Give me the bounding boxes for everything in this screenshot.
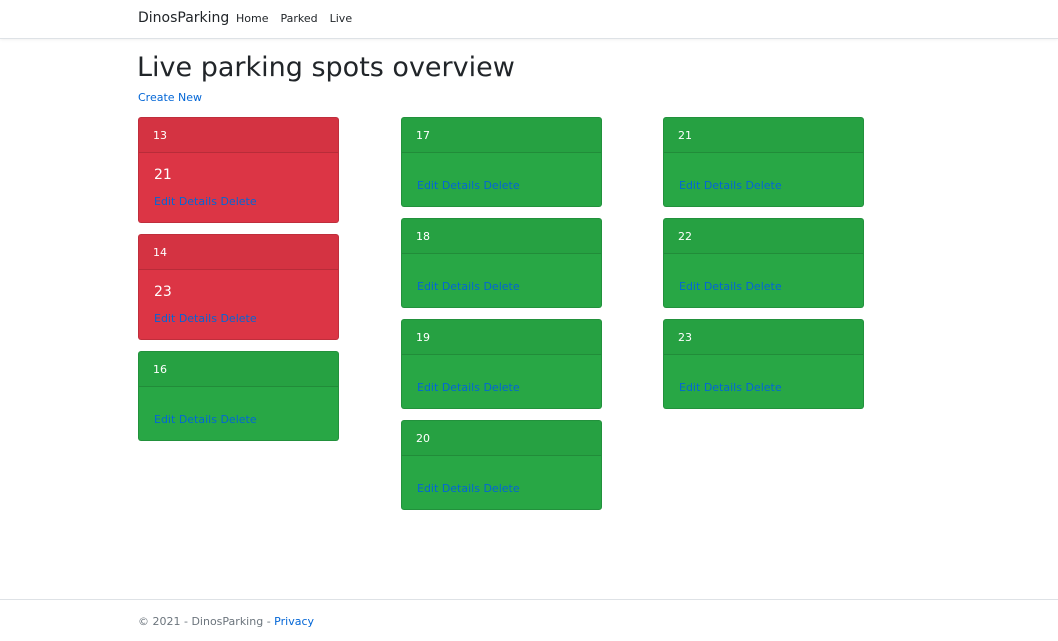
delete-link[interactable]: Delete (483, 179, 519, 192)
card-actions: Edit Details Delete (679, 381, 782, 394)
card-body: Edit Details Delete (664, 153, 863, 206)
card-body: Edit Details Delete (664, 355, 863, 408)
details-link[interactable]: Details (179, 312, 217, 325)
page-title: Live parking spots overview (137, 52, 515, 83)
delete-link[interactable]: Delete (483, 280, 519, 293)
edit-link[interactable]: Edit (154, 413, 175, 426)
copyright-text: © 2021 - DinosParking - (138, 615, 275, 628)
details-link[interactable]: Details (179, 413, 217, 426)
spot-value: 23 (154, 284, 172, 300)
create-new-link[interactable]: Create New (138, 91, 202, 104)
delete-link[interactable]: Delete (745, 381, 781, 394)
details-link[interactable]: Details (179, 195, 217, 208)
card-body: Edit Details Delete (402, 456, 601, 509)
details-link[interactable]: Details (442, 482, 480, 495)
details-link[interactable]: Details (704, 280, 742, 293)
spot-number: 13 (139, 118, 338, 153)
column-2: 17 Edit Details Delete 18 Edit Details D… (401, 117, 602, 521)
card-body: Edit Details Delete (664, 254, 863, 307)
navbar: DinosParking Home Parked Live (0, 0, 1058, 39)
details-link[interactable]: Details (442, 381, 480, 394)
card-body: Edit Details Delete (402, 153, 601, 206)
edit-link[interactable]: Edit (154, 312, 175, 325)
spot-number: 20 (402, 421, 601, 456)
card-actions: Edit Details Delete (417, 482, 520, 495)
card-body: 21 Edit Details Delete (139, 153, 338, 222)
parking-spot-card: 23 Edit Details Delete (663, 319, 864, 409)
parking-spot-card: 19 Edit Details Delete (401, 319, 602, 409)
details-link[interactable]: Details (704, 381, 742, 394)
parking-spot-card: 17 Edit Details Delete (401, 117, 602, 207)
parking-spot-card: 14 23 Edit Details Delete (138, 234, 339, 340)
nav-link-home[interactable]: Home (236, 12, 268, 25)
delete-link[interactable]: Delete (745, 179, 781, 192)
card-actions: Edit Details Delete (154, 195, 257, 208)
parking-spot-card: 18 Edit Details Delete (401, 218, 602, 308)
parking-spot-card: 21 Edit Details Delete (663, 117, 864, 207)
edit-link[interactable]: Edit (417, 280, 438, 293)
card-body: 23 Edit Details Delete (139, 270, 338, 339)
delete-link[interactable]: Delete (745, 280, 781, 293)
card-actions: Edit Details Delete (679, 179, 782, 192)
spot-number: 19 (402, 320, 601, 355)
edit-link[interactable]: Edit (679, 381, 700, 394)
nav-link-live[interactable]: Live (330, 12, 352, 25)
spot-number: 21 (664, 118, 863, 153)
delete-link[interactable]: Delete (220, 413, 256, 426)
nav-link-parked[interactable]: Parked (280, 12, 317, 25)
card-body: Edit Details Delete (139, 387, 338, 440)
delete-link[interactable]: Delete (483, 482, 519, 495)
edit-link[interactable]: Edit (154, 195, 175, 208)
card-actions: Edit Details Delete (417, 280, 520, 293)
card-actions: Edit Details Delete (417, 179, 520, 192)
parking-spot-card: 20 Edit Details Delete (401, 420, 602, 510)
spot-number: 17 (402, 118, 601, 153)
footer-text: © 2021 - DinosParking - Privacy (138, 615, 314, 628)
delete-link[interactable]: Delete (220, 312, 256, 325)
delete-link[interactable]: Delete (483, 381, 519, 394)
spot-value: 21 (154, 167, 172, 183)
parking-spot-card: 22 Edit Details Delete (663, 218, 864, 308)
privacy-link[interactable]: Privacy (274, 615, 314, 628)
edit-link[interactable]: Edit (679, 179, 700, 192)
footer: © 2021 - DinosParking - Privacy (0, 599, 1058, 641)
edit-link[interactable]: Edit (417, 179, 438, 192)
details-link[interactable]: Details (442, 280, 480, 293)
card-actions: Edit Details Delete (154, 413, 257, 426)
edit-link[interactable]: Edit (679, 280, 700, 293)
spot-number: 23 (664, 320, 863, 355)
delete-link[interactable]: Delete (220, 195, 256, 208)
nav-links: Home Parked Live (236, 12, 364, 25)
spot-number: 22 (664, 219, 863, 254)
spot-number: 18 (402, 219, 601, 254)
card-body: Edit Details Delete (402, 355, 601, 408)
edit-link[interactable]: Edit (417, 482, 438, 495)
edit-link[interactable]: Edit (417, 381, 438, 394)
parking-spot-card: 13 21 Edit Details Delete (138, 117, 339, 223)
brand-link[interactable]: DinosParking (138, 10, 229, 26)
spot-number: 16 (139, 352, 338, 387)
details-link[interactable]: Details (442, 179, 480, 192)
spot-number: 14 (139, 235, 338, 270)
details-link[interactable]: Details (704, 179, 742, 192)
parking-spot-card: 16 Edit Details Delete (138, 351, 339, 441)
column-1: 13 21 Edit Details Delete 14 23 Edit Det… (138, 117, 339, 452)
card-actions: Edit Details Delete (154, 312, 257, 325)
card-actions: Edit Details Delete (679, 280, 782, 293)
card-body: Edit Details Delete (402, 254, 601, 307)
card-actions: Edit Details Delete (417, 381, 520, 394)
column-3: 21 Edit Details Delete 22 Edit Details D… (663, 117, 864, 420)
